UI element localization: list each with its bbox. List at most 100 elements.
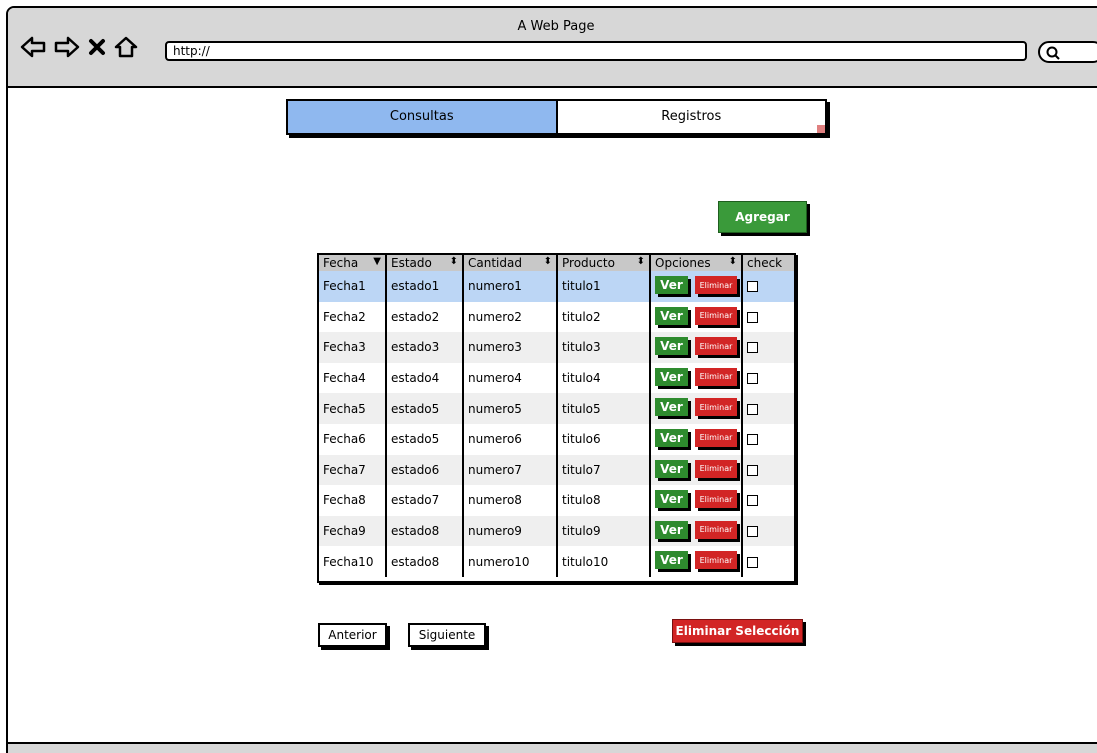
- sort-icon: ⬍: [728, 256, 737, 267]
- tab-consultas[interactable]: Consultas: [288, 101, 558, 133]
- eliminar-button[interactable]: Eliminar: [695, 520, 737, 539]
- cell-producto: titulo9: [557, 515, 651, 547]
- row-checkbox[interactable]: [747, 373, 758, 385]
- tab-bar: Consultas Registros: [286, 99, 827, 135]
- eliminar-button[interactable]: Eliminar: [695, 490, 737, 509]
- cell-producto: titulo4: [557, 362, 651, 394]
- cell-producto: titulo7: [557, 454, 651, 486]
- ver-button[interactable]: Ver: [655, 276, 688, 294]
- column-header-cantidad[interactable]: Cantidad ⬍: [463, 255, 558, 271]
- cell-check: [742, 332, 794, 363]
- eliminar-button[interactable]: Eliminar: [695, 551, 737, 570]
- table-row[interactable]: Fecha5 estado5 numero5 titulo5 Ver Eliminar: [319, 393, 794, 424]
- cell-producto: titulo6: [557, 423, 651, 455]
- eliminar-button[interactable]: Eliminar: [695, 337, 737, 356]
- cell-fecha: Fecha9: [319, 515, 387, 547]
- row-checkbox[interactable]: [747, 495, 758, 507]
- cell-estado: estado6: [386, 454, 464, 486]
- row-checkbox[interactable]: [747, 434, 758, 446]
- ver-button[interactable]: Ver: [655, 490, 688, 509]
- ver-button[interactable]: Ver: [655, 428, 688, 447]
- ver-button[interactable]: Ver: [655, 551, 688, 570]
- table-row[interactable]: Fecha2 estado2 numero2 titulo2 Ver Eliminar: [319, 301, 794, 333]
- cell-fecha: Fecha1: [319, 271, 387, 302]
- cell-cantidad: numero8: [463, 485, 558, 516]
- cell-cantidad: numero9: [463, 515, 558, 547]
- cell-opciones: Ver Eliminar: [650, 485, 743, 516]
- close-icon[interactable]: [88, 38, 106, 56]
- cell-opciones: Ver Eliminar: [650, 515, 743, 547]
- cell-cantidad: numero2: [463, 301, 558, 333]
- cell-estado: estado8: [386, 546, 464, 577]
- cell-producto: titulo3: [557, 332, 651, 363]
- cell-producto: titulo1: [557, 271, 651, 302]
- table-row[interactable]: Fecha6 estado5 numero6 titulo6 Ver Eliminar: [319, 423, 794, 455]
- eliminar-button[interactable]: Eliminar: [695, 428, 737, 447]
- cell-opciones: Ver Eliminar: [650, 423, 743, 455]
- url-input[interactable]: http://: [165, 41, 1027, 61]
- eliminar-button[interactable]: Eliminar: [695, 459, 737, 478]
- eliminar-button[interactable]: Eliminar: [695, 398, 737, 417]
- table-row[interactable]: Fecha3 estado3 numero3 titulo3 Ver Eliminar: [319, 332, 794, 363]
- column-header-estado[interactable]: Estado ⬍: [386, 255, 464, 271]
- column-header-check[interactable]: check: [742, 255, 794, 271]
- ver-button[interactable]: Ver: [655, 367, 688, 386]
- sort-icon: ⬍: [449, 256, 458, 267]
- column-header-producto[interactable]: Producto ⬍: [557, 255, 651, 271]
- ver-button[interactable]: Ver: [655, 459, 688, 478]
- search-icon: [1046, 46, 1060, 60]
- agregar-button[interactable]: Agregar: [718, 201, 807, 233]
- eliminar-button[interactable]: Eliminar: [695, 367, 737, 386]
- table-row[interactable]: Fecha4 estado4 numero4 titulo4 Ver Eliminar: [319, 362, 794, 394]
- anterior-button[interactable]: Anterior: [318, 623, 387, 647]
- table-row[interactable]: Fecha7 estado6 numero7 titulo7 Ver Eliminar: [319, 454, 794, 486]
- cell-cantidad: numero1: [463, 271, 558, 302]
- column-header-fecha[interactable]: Fecha ▼: [319, 255, 387, 271]
- cell-check: [742, 302, 794, 333]
- window-title: A Web Page: [517, 19, 595, 34]
- column-header-label: Opciones: [655, 256, 711, 270]
- cell-producto: titulo2: [557, 301, 651, 333]
- ver-button[interactable]: Ver: [655, 337, 688, 356]
- cell-opciones: Ver Eliminar: [650, 546, 743, 577]
- table-row[interactable]: Fecha9 estado8 numero9 titulo9 Ver Eliminar: [319, 515, 794, 547]
- browser-statusbar: [8, 742, 1097, 753]
- column-header-opciones[interactable]: Opciones ⬍: [650, 255, 743, 271]
- eliminar-button[interactable]: Eliminar: [695, 306, 737, 325]
- ver-button[interactable]: Ver: [655, 398, 688, 417]
- cell-cantidad: numero4: [463, 362, 558, 394]
- row-checkbox[interactable]: [747, 464, 758, 476]
- cell-check: [742, 454, 794, 486]
- row-checkbox[interactable]: [747, 403, 758, 415]
- column-header-label: Cantidad: [468, 256, 522, 270]
- table-row[interactable]: Fecha1 estado1 numero1 titulo1 Ver Eliminar: [319, 271, 794, 302]
- home-icon[interactable]: [114, 36, 138, 58]
- cell-fecha: Fecha2: [319, 301, 387, 333]
- ver-button[interactable]: Ver: [655, 306, 688, 325]
- cell-check: [742, 393, 794, 424]
- table-row[interactable]: Fecha10 estado8 numero10 titulo10 Ver Elimina…: [319, 546, 794, 577]
- cell-producto: titulo8: [557, 485, 651, 516]
- cell-opciones: Ver Eliminar: [650, 393, 743, 424]
- resize-handle-icon: [817, 125, 825, 133]
- eliminar-button[interactable]: Eliminar: [695, 276, 737, 294]
- row-checkbox[interactable]: [747, 526, 758, 538]
- table-row[interactable]: Fecha8 estado7 numero8 titulo8 Ver Eliminar: [319, 485, 794, 516]
- row-checkbox[interactable]: [747, 342, 758, 354]
- cell-check: [742, 546, 794, 577]
- forward-arrow-icon[interactable]: [54, 36, 80, 58]
- cell-cantidad: numero3: [463, 332, 558, 363]
- cell-estado: estado4: [386, 362, 464, 394]
- search-button[interactable]: [1038, 41, 1097, 63]
- ver-button[interactable]: Ver: [655, 520, 688, 539]
- cell-opciones: Ver Eliminar: [650, 271, 743, 302]
- row-checkbox[interactable]: [747, 311, 758, 323]
- cell-check: [742, 515, 794, 547]
- sort-desc-icon: ▼: [373, 256, 381, 267]
- back-arrow-icon[interactable]: [20, 36, 46, 58]
- row-checkbox[interactable]: [747, 281, 758, 293]
- tab-registros[interactable]: Registros: [558, 101, 826, 133]
- row-checkbox[interactable]: [747, 556, 758, 568]
- eliminar-seleccion-button[interactable]: Eliminar Selección: [672, 619, 803, 643]
- siguiente-button[interactable]: Siguiente: [408, 623, 486, 647]
